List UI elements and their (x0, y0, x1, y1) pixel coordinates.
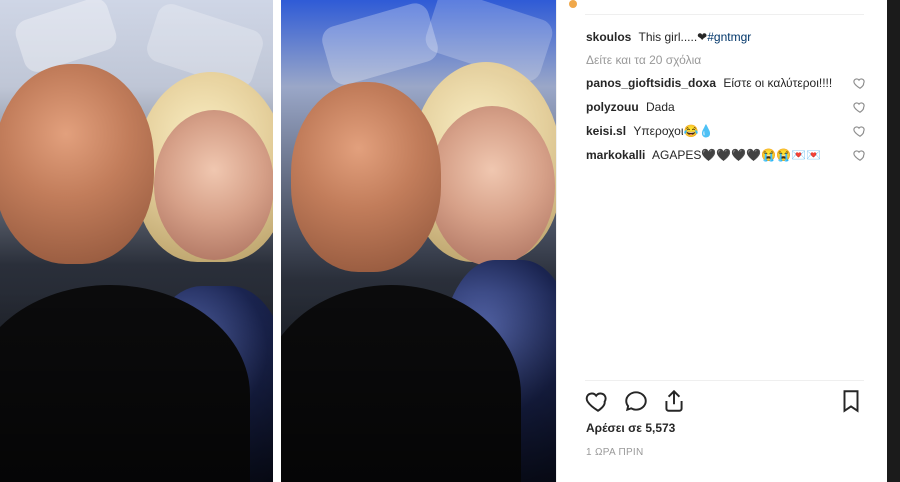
caption-text: This girl.....❤ (638, 30, 708, 44)
heart-icon[interactable] (585, 388, 611, 414)
post-media[interactable] (0, 0, 556, 482)
likes-count[interactable]: Αρέσει σε 5,573 (586, 421, 675, 435)
photo-shadow (0, 292, 273, 482)
photo-shadow (281, 292, 556, 482)
backdrop-edge (887, 0, 900, 482)
avatar[interactable] (569, 0, 577, 8)
comment-text: AGAPES🖤🖤🖤🖤😭😭💌💌 (652, 148, 821, 162)
comment-text: Dada (646, 100, 675, 114)
woman-face (154, 110, 273, 260)
photo-right (281, 0, 556, 482)
comment-text: Υπεροχοι😂💧 (633, 124, 714, 138)
man-face (0, 64, 154, 264)
comment-username[interactable]: keisi.sl (586, 124, 626, 138)
share-icon[interactable] (661, 388, 687, 414)
photo-left (0, 0, 273, 482)
comment-item: panos_gioftsidis_doxa Είστε οι καλύτεροι… (586, 75, 867, 91)
comment-item: polyzouu Dada (586, 99, 867, 115)
comment-text: Είστε οι καλύτεροι!!!! (723, 76, 833, 90)
caption: skoulos This girl.....❤#gntmgr (586, 29, 867, 45)
comment-icon[interactable] (623, 388, 649, 414)
view-all-comments[interactable]: Δείτε και τα 20 σχόλια (586, 53, 867, 67)
divider (585, 14, 864, 15)
caption-username[interactable]: skoulos (586, 30, 631, 44)
background-light (318, 0, 442, 88)
comment-item: markokalli AGAPES🖤🖤🖤🖤😭😭💌💌 (586, 147, 867, 163)
action-bar (585, 388, 864, 416)
heart-outline-icon[interactable] (853, 124, 867, 138)
woman-face (429, 106, 555, 266)
heart-outline-icon[interactable] (853, 100, 867, 114)
photo-divider (273, 0, 281, 482)
post-details: skoulos This girl.....❤#gntmgr Δείτε και… (556, 0, 887, 482)
comment-username[interactable]: polyzouu (586, 100, 639, 114)
timestamp: 1 ΩΡΑ ΠΡΙΝ (586, 447, 644, 458)
comments-section: skoulos This girl.....❤#gntmgr Δείτε και… (586, 29, 867, 163)
heart-outline-icon[interactable] (853, 148, 867, 162)
divider (585, 380, 864, 381)
comment-item: keisi.sl Υπεροχοι😂💧 (586, 123, 867, 139)
comment-username[interactable]: markokalli (586, 148, 645, 162)
heart-outline-icon[interactable] (853, 76, 867, 90)
bookmark-icon[interactable] (838, 388, 864, 414)
caption-hashtag[interactable]: #gntmgr (707, 30, 751, 44)
comment-username[interactable]: panos_gioftsidis_doxa (586, 76, 716, 90)
man-face (291, 82, 441, 272)
post-modal: skoulos This girl.....❤#gntmgr Δείτε και… (0, 0, 887, 482)
